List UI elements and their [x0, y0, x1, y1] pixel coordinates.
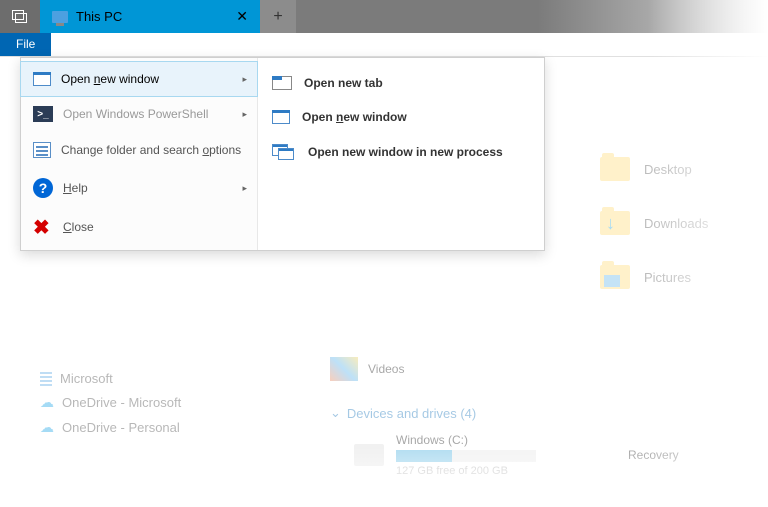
building-icon	[40, 372, 52, 386]
submenu-open-new-window[interactable]: Open new window	[258, 100, 544, 134]
close-icon: ✖	[33, 218, 53, 236]
devices-header[interactable]: ⌄ Devices and drives (4)	[330, 405, 679, 421]
cascade-windows-button[interactable]	[0, 0, 40, 33]
menu-open-powershell[interactable]: >_ Open Windows PowerShell ▸	[21, 96, 257, 132]
options-icon	[33, 142, 51, 158]
cascade-icon	[12, 10, 28, 24]
new-tab-button[interactable]: +	[260, 0, 296, 33]
folder-icon	[600, 157, 630, 181]
sidebar-item-onedrive-ms[interactable]: ☁ OneDrive - Microsoft	[40, 390, 220, 415]
drive-label: Windows (C:)	[396, 433, 536, 447]
chevron-right-icon: ▸	[242, 74, 247, 85]
this-pc-icon	[52, 11, 68, 23]
powershell-icon: >_	[33, 106, 53, 122]
submenu-item-label: Open new window in new process	[308, 145, 503, 159]
sidebar-item-onedrive-personal[interactable]: ☁ OneDrive - Personal	[40, 415, 220, 440]
videos-icon	[330, 357, 358, 381]
windows-process-icon	[272, 144, 296, 160]
sidebar-item-label: OneDrive - Microsoft	[62, 395, 181, 410]
window-icon	[272, 110, 290, 124]
folder-downloads-icon	[600, 211, 630, 235]
file-tab[interactable]: File	[0, 33, 51, 56]
videos-label: Videos	[368, 362, 404, 376]
submenu-item-label: Open new tab	[304, 76, 383, 90]
folder-label: Pictures	[644, 270, 691, 285]
file-menu: Open new window ▸ >_ Open Windows PowerS…	[20, 57, 545, 251]
file-menu-left: Open new window ▸ >_ Open Windows PowerS…	[21, 58, 258, 250]
sidebar-item-label: OneDrive - Personal	[62, 420, 180, 435]
menu-item-label: Open new window	[61, 72, 159, 86]
menu-open-new-window[interactable]: Open new window ▸	[20, 61, 258, 97]
menu-item-label: Open Windows PowerShell	[63, 107, 208, 121]
menu-close[interactable]: ✖ Close	[21, 208, 257, 246]
title-bar: This PC ✕ +	[0, 0, 768, 33]
sidebar-item-label: Microsoft	[60, 371, 113, 386]
help-icon: ?	[33, 178, 53, 198]
submenu-item-label: Open new window	[302, 110, 407, 124]
folder-pictures[interactable]: Pictures	[600, 265, 708, 289]
tab-icon	[272, 76, 292, 90]
drive-recovery[interactable]: Recovery	[628, 448, 679, 462]
folder-desktop[interactable]: Desktop	[600, 157, 708, 181]
tab-title: This PC	[76, 9, 122, 24]
chevron-right-icon: ▸	[242, 109, 247, 120]
submenu-open-new-window-process[interactable]: Open new window in new process	[258, 134, 544, 170]
submenu-open-new-tab[interactable]: Open new tab	[258, 66, 544, 100]
folder-label: Downloads	[644, 216, 708, 231]
menu-item-label: Help	[63, 181, 88, 195]
ribbon-tabs: File	[0, 33, 768, 57]
menu-item-label: Close	[63, 220, 94, 234]
menu-help[interactable]: ? Help ▸	[21, 168, 257, 208]
folder-label: Desktop	[644, 162, 692, 177]
chevron-down-icon: ⌄	[330, 405, 341, 421]
folder-downloads[interactable]: Downloads	[600, 211, 708, 235]
menu-item-label: Change folder and search options	[61, 143, 241, 157]
disk-icon	[354, 444, 384, 466]
sidebar-item-microsoft[interactable]: Microsoft	[40, 367, 220, 390]
drive-sub: 127 GB free of 200 GB	[396, 465, 536, 477]
active-tab[interactable]: This PC ✕	[40, 0, 260, 33]
chevron-right-icon: ▸	[242, 183, 247, 194]
window-icon	[33, 72, 51, 86]
drive-c[interactable]: Windows (C:) 127 GB free of 200 GB Recov…	[354, 433, 679, 477]
folder-pictures-icon	[600, 265, 630, 289]
menu-change-options[interactable]: Change folder and search options	[21, 132, 257, 168]
cloud-icon: ☁	[40, 419, 54, 436]
tab-close-button[interactable]: ✕	[236, 8, 248, 25]
cloud-icon: ☁	[40, 394, 54, 411]
file-menu-submenu: Open new tab Open new window Open new wi…	[258, 58, 544, 250]
